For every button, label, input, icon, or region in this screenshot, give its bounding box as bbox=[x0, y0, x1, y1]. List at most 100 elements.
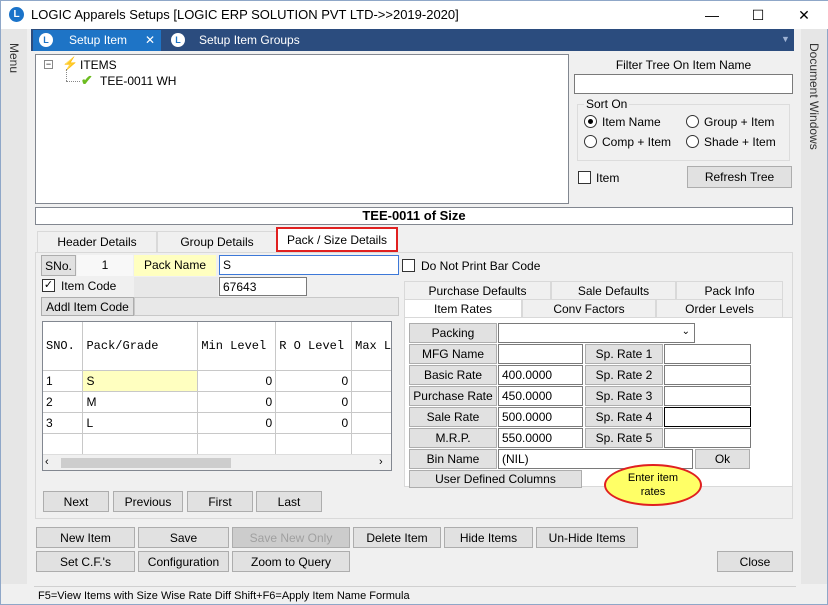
sort-item-name-radio[interactable] bbox=[584, 115, 597, 128]
horizontal-scrollbar[interactable]: ‹ › bbox=[43, 454, 391, 470]
table-row[interactable]: 2 M 0 0 bbox=[43, 391, 391, 413]
grid-cell[interactable]: M bbox=[82, 391, 199, 413]
tab-purchase-defaults[interactable]: Purchase Defaults bbox=[404, 281, 551, 300]
grid-cell[interactable]: 0 bbox=[275, 412, 353, 434]
pack-name-input[interactable]: S bbox=[219, 255, 399, 275]
tab-conv-factors[interactable]: Conv Factors bbox=[522, 299, 656, 318]
previous-button[interactable]: Previous bbox=[113, 491, 183, 512]
grid-cell[interactable] bbox=[351, 433, 391, 455]
no-barcode-label[interactable]: Do Not Print Bar Code bbox=[421, 259, 540, 273]
no-barcode-checkbox[interactable] bbox=[402, 259, 415, 272]
grid-cell[interactable]: 1 bbox=[43, 370, 84, 392]
user-defined-columns-button[interactable]: User Defined Columns bbox=[409, 470, 582, 488]
refresh-tree-button[interactable]: Refresh Tree bbox=[687, 166, 792, 188]
new-item-button[interactable]: New Item bbox=[36, 527, 135, 548]
sort-group-item-radio[interactable] bbox=[686, 115, 699, 128]
table-row[interactable] bbox=[43, 433, 391, 455]
mrp-input[interactable]: 550.0000 bbox=[498, 428, 583, 448]
tree-root[interactable]: ITEMS bbox=[80, 58, 117, 72]
close-window-button[interactable]: ✕ bbox=[781, 1, 827, 29]
save-new-only-button[interactable]: Save New Only bbox=[232, 527, 350, 548]
tab-sale-defaults[interactable]: Sale Defaults bbox=[551, 281, 676, 300]
tab-setup-item[interactable]: L Setup Item ✕ bbox=[33, 30, 161, 51]
item-checkbox[interactable] bbox=[578, 171, 591, 184]
maximize-button[interactable]: ☐ bbox=[735, 1, 781, 29]
tab-order-levels[interactable]: Order Levels bbox=[656, 299, 783, 318]
scroll-thumb[interactable] bbox=[61, 458, 231, 468]
left-menu-bar[interactable]: Menu bbox=[1, 29, 27, 584]
ok-button[interactable]: Ok bbox=[695, 449, 750, 469]
sp-rate-1-input[interactable] bbox=[664, 344, 751, 364]
sort-item-name-label[interactable]: Item Name bbox=[602, 115, 661, 129]
sort-comp-item-label[interactable]: Comp + Item bbox=[602, 135, 671, 149]
grid-cell[interactable]: 0 bbox=[197, 412, 277, 434]
menu-label[interactable]: Menu bbox=[7, 43, 21, 73]
sort-shade-item-radio[interactable] bbox=[686, 135, 699, 148]
unhide-items-button[interactable]: Un-Hide Items bbox=[536, 527, 638, 548]
tab-pack-size-details[interactable]: Pack / Size Details bbox=[276, 227, 398, 252]
grid-cell[interactable]: 0 bbox=[197, 370, 277, 392]
grid-cell[interactable]: 3 bbox=[43, 412, 84, 434]
sp-rate-3-input[interactable] bbox=[664, 386, 751, 406]
grid-cell[interactable] bbox=[43, 433, 84, 455]
next-button[interactable]: Next bbox=[43, 491, 109, 512]
grid-cell[interactable] bbox=[351, 370, 391, 392]
tab-dropdown-icon[interactable]: ▼ bbox=[781, 34, 790, 44]
scroll-left-icon[interactable]: ‹ bbox=[45, 456, 49, 468]
document-windows-label[interactable]: Document Windows bbox=[807, 43, 821, 150]
purchase-rate-input[interactable]: 450.0000 bbox=[498, 386, 583, 406]
first-button[interactable]: First bbox=[187, 491, 253, 512]
close-tab-icon[interactable]: ✕ bbox=[145, 33, 155, 47]
basic-rate-input[interactable]: 400.0000 bbox=[498, 365, 583, 385]
sort-shade-item-label[interactable]: Shade + Item bbox=[704, 135, 776, 149]
delete-item-button[interactable]: Delete Item bbox=[353, 527, 441, 548]
grid-header[interactable]: Pack/Grade bbox=[82, 322, 199, 371]
grid-cell[interactable] bbox=[351, 391, 391, 413]
last-button[interactable]: Last bbox=[256, 491, 322, 512]
tab-header-details[interactable]: Header Details bbox=[37, 231, 157, 252]
set-cf-button[interactable]: Set C.F.'s bbox=[36, 551, 135, 572]
grid-header[interactable]: Max Le bbox=[351, 322, 391, 371]
zoom-to-query-button[interactable]: Zoom to Query bbox=[232, 551, 350, 572]
grid-cell[interactable]: 2 bbox=[43, 391, 84, 413]
item-checkbox-label[interactable]: Item bbox=[596, 171, 619, 185]
tab-item-rates[interactable]: Item Rates bbox=[404, 299, 522, 318]
tab-setup-item-groups[interactable]: L Setup Item Groups bbox=[165, 30, 365, 51]
grid-cell[interactable]: S bbox=[82, 370, 199, 392]
item-code-input[interactable]: 67643 bbox=[219, 277, 307, 296]
tab-group-details[interactable]: Group Details bbox=[157, 231, 277, 252]
table-row[interactable]: 3 L 0 0 bbox=[43, 412, 391, 434]
item-code-checkbox[interactable]: ✓ bbox=[42, 279, 55, 292]
sp-rate-5-input[interactable] bbox=[664, 428, 751, 448]
scroll-right-icon[interactable]: › bbox=[379, 456, 383, 468]
grid-cell[interactable]: L bbox=[82, 412, 199, 434]
sort-group-item-label[interactable]: Group + Item bbox=[704, 115, 774, 129]
right-document-bar[interactable]: Document Windows bbox=[801, 29, 827, 584]
save-button[interactable]: Save bbox=[138, 527, 229, 548]
grid-cell[interactable] bbox=[275, 433, 353, 455]
minimize-button[interactable]: — bbox=[689, 1, 735, 29]
grid-header[interactable]: R O Level bbox=[275, 322, 353, 371]
addl-item-code-input[interactable] bbox=[134, 297, 399, 316]
sp-rate-2-input[interactable] bbox=[664, 365, 751, 385]
pack-grid[interactable]: SNO. Pack/Grade Min Level R O Level Max … bbox=[42, 321, 392, 471]
sale-rate-input[interactable]: 500.0000 bbox=[498, 407, 583, 427]
grid-header[interactable]: Min Level bbox=[197, 322, 277, 371]
filter-input[interactable] bbox=[574, 74, 793, 94]
table-row[interactable]: 1 S 0 0 bbox=[43, 370, 391, 392]
sort-comp-item-radio[interactable] bbox=[584, 135, 597, 148]
hide-items-button[interactable]: Hide Items bbox=[444, 527, 533, 548]
grid-header[interactable]: SNO. bbox=[43, 322, 84, 371]
packing-select[interactable]: ⌄ bbox=[498, 323, 695, 343]
tab-pack-info[interactable]: Pack Info bbox=[676, 281, 783, 300]
grid-cell[interactable]: 0 bbox=[197, 391, 277, 413]
close-button[interactable]: Close bbox=[717, 551, 793, 572]
grid-cell[interactable] bbox=[82, 433, 199, 455]
item-tree[interactable]: − ⚡ ITEMS ✔ TEE-0011 WH bbox=[35, 54, 569, 204]
grid-cell[interactable] bbox=[351, 412, 391, 434]
configuration-button[interactable]: Configuration bbox=[138, 551, 229, 572]
grid-cell[interactable] bbox=[197, 433, 277, 455]
grid-cell[interactable]: 0 bbox=[275, 370, 353, 392]
collapse-icon[interactable]: − bbox=[44, 60, 53, 69]
tree-child[interactable]: TEE-0011 WH bbox=[100, 74, 176, 88]
